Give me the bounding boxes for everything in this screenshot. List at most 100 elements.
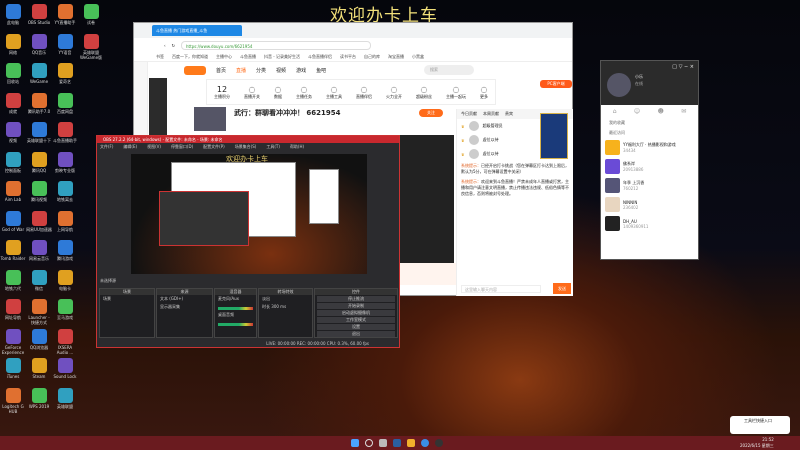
site-logo[interactable] bbox=[184, 65, 206, 75]
message-icon[interactable]: ✉ bbox=[681, 108, 686, 115]
yy-room-item[interactable]: DH_AU 1409360911 bbox=[601, 214, 698, 233]
desktop-icon[interactable]: 至马游戏 bbox=[52, 299, 78, 320]
obs-menu-item[interactable]: 编辑(E) bbox=[123, 143, 137, 150]
desktop-icon[interactable]: 此电脑 bbox=[0, 4, 26, 25]
desktop-icon[interactable]: 英雄联盟十下 bbox=[26, 122, 52, 143]
obs-menu-item[interactable]: 视图(V) bbox=[147, 143, 161, 150]
desktop-icon[interactable]: 地铁离去 bbox=[52, 181, 78, 202]
tool-item[interactable]: ◌ 直播开关 bbox=[244, 85, 260, 100]
desktop-icon[interactable]: 斗鱼直播助手 bbox=[52, 122, 78, 143]
bookmark-item[interactable]: 小黑盒 bbox=[412, 54, 424, 60]
yy-room-item[interactable]: NINNIN 236402 bbox=[601, 195, 698, 214]
site-nav-item[interactable]: 游戏 bbox=[296, 67, 306, 74]
desktop-icon[interactable]: QQ浏览器 bbox=[26, 328, 52, 350]
pc-client-button[interactable]: PC客户端 bbox=[540, 80, 572, 88]
desktop-icon[interactable]: 网易UU加速器 bbox=[26, 210, 52, 232]
bookmark-item[interactable]: 百度一下，你就知道 bbox=[172, 54, 208, 60]
desktop-icon[interactable]: QQ音乐 bbox=[26, 33, 52, 55]
control-button[interactable]: 开始录制 bbox=[317, 303, 395, 309]
yy-section[interactable]: 最近访问 bbox=[601, 128, 698, 138]
dock-item[interactable]: 时长 300 ms bbox=[259, 303, 312, 311]
toolbar-notification[interactable]: 工具栏快捷入口 bbox=[730, 416, 790, 434]
follow-button[interactable]: 关注 bbox=[419, 109, 443, 117]
desktop-icon[interactable]: 网易云音乐 bbox=[26, 240, 52, 261]
desktop-icon[interactable]: 腾讯助手7.0 bbox=[26, 92, 52, 114]
task-view-icon[interactable] bbox=[379, 439, 387, 447]
obs-menu-item[interactable]: 配置文件(P) bbox=[203, 143, 225, 150]
desktop-icon[interactable]: Launcher - 快捷方式 bbox=[26, 299, 52, 325]
site-nav-item[interactable]: 首页 bbox=[216, 67, 226, 74]
desktop-icon[interactable]: 电脑卡 bbox=[52, 269, 78, 291]
dock-item[interactable]: 麦克风/Aux bbox=[215, 295, 256, 303]
dock-item[interactable]: 桌面音频 bbox=[215, 311, 256, 319]
tool-item[interactable]: ◌ 数据 bbox=[274, 85, 282, 100]
desktop-icon[interactable]: 视频 bbox=[0, 122, 26, 143]
control-button[interactable]: 退出 bbox=[317, 331, 395, 337]
tool-item[interactable]: ◌ 超级粉丝 bbox=[416, 85, 432, 100]
bookmark-item[interactable]: 斗鱼直播伴侣 bbox=[308, 54, 332, 60]
obs-menu-item[interactable]: 场景集合(S) bbox=[235, 143, 257, 150]
desktop-icon[interactable]: iTunes bbox=[0, 358, 26, 379]
desktop-icon[interactable]: 腾讯视频 bbox=[26, 181, 52, 202]
desktop-icon[interactable]: Aim Lab bbox=[0, 181, 26, 202]
tool-item[interactable]: ◌ 火力全开 bbox=[386, 85, 402, 100]
control-button[interactable]: 停止推流 bbox=[317, 296, 395, 302]
tool-item[interactable]: ◌ 主播工具 bbox=[326, 85, 342, 100]
chat-tab[interactable]: 贵宾 bbox=[505, 111, 513, 117]
desktop-icon[interactable]: 英雄联盟 bbox=[52, 387, 78, 409]
tool-item[interactable]: 12 主播积分 bbox=[214, 85, 230, 100]
rank-card-image[interactable] bbox=[540, 113, 568, 159]
bookmark-item[interactable]: 淘宝直播 bbox=[388, 54, 404, 60]
desktop-icon[interactable]: 试卷 bbox=[78, 4, 104, 25]
site-nav-item[interactable]: 视频 bbox=[276, 67, 286, 74]
control-button[interactable]: 启动虚拟摄像机 bbox=[317, 310, 395, 316]
bookmark-item[interactable]: 读书平台 bbox=[340, 54, 356, 60]
tool-item[interactable]: ◌ 更多 bbox=[480, 85, 488, 100]
chat-input[interactable]: 这里输入聊天内容 bbox=[461, 285, 541, 293]
desktop-icon[interactable]: God of War bbox=[0, 210, 26, 232]
audio-meter[interactable] bbox=[218, 307, 253, 310]
tool-item[interactable]: ◌ 主播任务 bbox=[296, 85, 312, 100]
tool-item[interactable]: ◌ 主播一起玩 bbox=[446, 85, 466, 100]
obs-menu-item[interactable]: 工具(T) bbox=[266, 143, 280, 150]
desktop-icon[interactable]: 回收站 bbox=[0, 63, 26, 84]
dock-item[interactable]: 文本 (GDI+) bbox=[157, 295, 212, 303]
yy-section[interactable]: 我的收藏 bbox=[601, 118, 698, 128]
browser-tab[interactable]: 斗鱼直播 热门游戏直播_斗鱼 bbox=[152, 25, 242, 36]
desktop-icon[interactable]: Logitech G HUB bbox=[0, 387, 26, 414]
desktop-icon[interactable]: 剪映专业版 bbox=[52, 151, 78, 173]
desktop-icon[interactable]: 腾讯QQ bbox=[26, 151, 52, 173]
obs-preview[interactable]: 欢迎办卡上车 bbox=[131, 154, 367, 274]
home-icon[interactable]: ⌂ bbox=[613, 108, 617, 115]
desktop-icon[interactable]: Sound Lock bbox=[52, 358, 78, 379]
dock-item[interactable]: 场景 bbox=[100, 295, 154, 303]
group-icon[interactable]: ☻ bbox=[658, 108, 664, 115]
obs-menu-item[interactable]: 文件(F) bbox=[100, 143, 113, 150]
control-button[interactable]: 设置 bbox=[317, 324, 395, 330]
chat-tab[interactable]: 今日贡献 bbox=[461, 111, 477, 117]
browser-icon[interactable] bbox=[421, 439, 429, 447]
desktop-icon[interactable]: 成就 bbox=[0, 92, 26, 114]
clock[interactable]: 21:52 2022/6/15 星期三 bbox=[740, 437, 774, 449]
site-nav-item[interactable]: 鱼吧 bbox=[316, 67, 326, 74]
desktop-icon[interactable]: YY语音 bbox=[52, 33, 78, 55]
desktop-icon[interactable]: 上网导航 bbox=[52, 210, 78, 232]
obs-icon[interactable] bbox=[435, 439, 443, 447]
bookmark-item[interactable]: 抖音 - 记录美好生活 bbox=[264, 54, 300, 60]
desktop-icon[interactable]: 微信 bbox=[26, 269, 52, 291]
desktop-icon[interactable]: 控制面板 bbox=[0, 151, 26, 173]
tool-item[interactable]: ◌ 直播伴侣 bbox=[356, 85, 372, 100]
desktop-icon[interactable]: 网络 bbox=[0, 33, 26, 55]
desktop-icon[interactable]: 腾讯游戏 bbox=[52, 240, 78, 261]
desktop-icon[interactable]: WPS 2019 bbox=[26, 387, 52, 409]
yy-room-item[interactable]: 佛系岸 20913886 bbox=[601, 157, 698, 176]
start-icon[interactable] bbox=[351, 439, 359, 447]
bookmark-item[interactable]: 斗鱼直播 bbox=[240, 54, 256, 60]
audio-meter[interactable] bbox=[218, 323, 253, 326]
desktop-icon[interactable]: YY直播助手 bbox=[52, 4, 78, 25]
desktop-icon[interactable]: 地铁六代 bbox=[0, 269, 26, 291]
site-nav-item[interactable]: 直播 bbox=[236, 67, 246, 74]
steam-icon[interactable] bbox=[393, 439, 401, 447]
avatar[interactable] bbox=[607, 73, 631, 97]
back-icon[interactable]: ‹ bbox=[164, 43, 166, 48]
